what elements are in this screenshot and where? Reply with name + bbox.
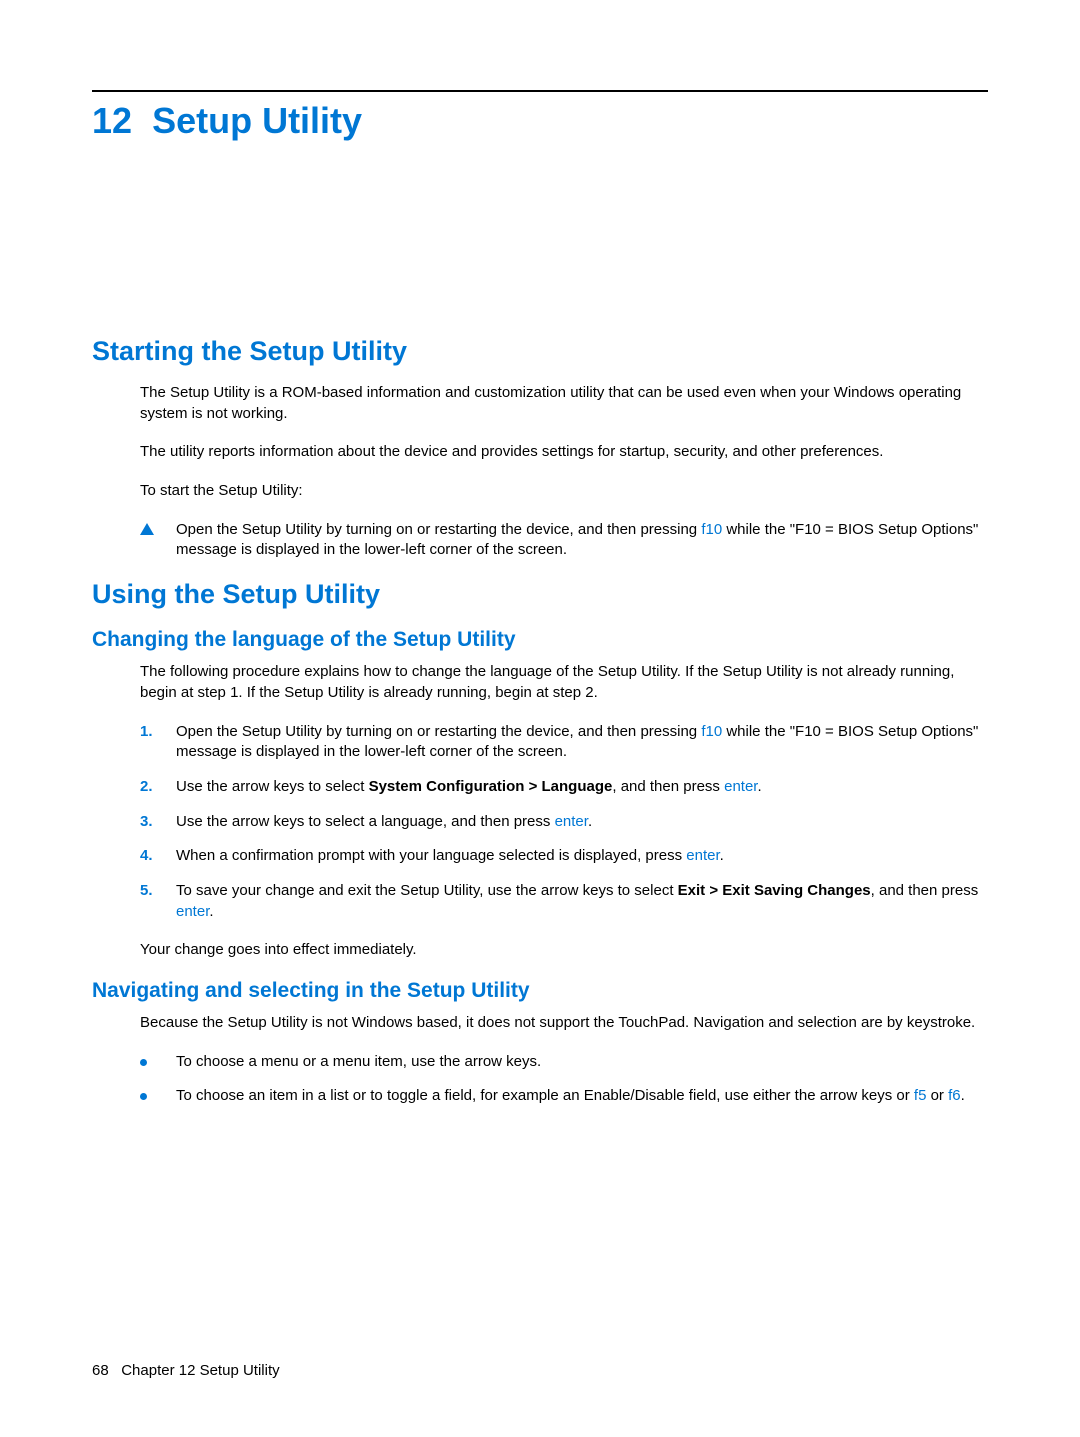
page-footer: 68 Chapter 12 Setup Utility: [92, 1362, 280, 1379]
triangle-list: Open the Setup Utility by turning on or …: [140, 520, 988, 561]
menu-path: Exit > Exit Saving Changes: [678, 882, 871, 899]
document-page: 12 Setup Utility Starting the Setup Util…: [0, 0, 1080, 1437]
bullet-icon: [140, 1086, 176, 1107]
key-label: enter: [686, 847, 719, 864]
subsection-language-heading: Changing the language of the Setup Utili…: [92, 628, 988, 652]
section-starting-heading: Starting the Setup Utility: [92, 336, 988, 367]
key-label: f6: [948, 1087, 961, 1104]
step-number: 2.: [140, 777, 176, 798]
list-text: To choose an item in a list or to toggle…: [176, 1086, 988, 1107]
list-item: Open the Setup Utility by turning on or …: [140, 520, 988, 561]
spacer: [92, 176, 988, 336]
list-item: To choose a menu or a menu item, use the…: [140, 1052, 988, 1073]
list-item: 5. To save your change and exit the Setu…: [140, 881, 988, 922]
list-text: Use the arrow keys to select a language,…: [176, 812, 988, 833]
section-starting-body: The Setup Utility is a ROM-based informa…: [92, 383, 988, 561]
list-item: 1. Open the Setup Utility by turning on …: [140, 722, 988, 763]
list-item: 4. When a confirmation prompt with your …: [140, 846, 988, 867]
subsection-navigating-heading: Navigating and selecting in the Setup Ut…: [92, 979, 988, 1003]
menu-path: System Configuration > Language: [369, 778, 613, 795]
list-text: To choose a menu or a menu item, use the…: [176, 1052, 988, 1073]
list-text: Open the Setup Utility by turning on or …: [176, 722, 988, 763]
paragraph: To start the Setup Utility:: [140, 481, 988, 502]
paragraph: Your change goes into effect immediately…: [140, 940, 988, 961]
step-number: 5.: [140, 881, 176, 902]
bullet-list: To choose a menu or a menu item, use the…: [140, 1052, 988, 1107]
list-text: To save your change and exit the Setup U…: [176, 881, 988, 922]
step-number: 4.: [140, 846, 176, 867]
paragraph: The utility reports information about th…: [140, 442, 988, 463]
list-item: 2. Use the arrow keys to select System C…: [140, 777, 988, 798]
subsection-navigating-body: Because the Setup Utility is not Windows…: [92, 1013, 988, 1107]
list-text: When a confirmation prompt with your lan…: [176, 846, 988, 867]
key-label: enter: [724, 778, 757, 795]
key-label: f10: [701, 521, 722, 538]
chapter-name: Setup Utility: [152, 100, 362, 141]
paragraph: Because the Setup Utility is not Windows…: [140, 1013, 988, 1034]
key-label: f5: [914, 1087, 927, 1104]
chapter-number: 12: [92, 100, 132, 141]
list-item: 3. Use the arrow keys to select a langua…: [140, 812, 988, 833]
step-number: 3.: [140, 812, 176, 833]
key-label: enter: [555, 813, 588, 830]
step-number: 1.: [140, 722, 176, 743]
section-using-heading: Using the Setup Utility: [92, 579, 988, 610]
list-text: Use the arrow keys to select System Conf…: [176, 777, 988, 798]
horizontal-rule: [92, 90, 988, 92]
triangle-icon: [140, 520, 176, 542]
key-label: f10: [701, 723, 722, 740]
bullet-icon: [140, 1052, 176, 1073]
key-label: enter: [176, 903, 209, 920]
chapter-title: 12 Setup Utility: [92, 100, 988, 142]
list-text: Open the Setup Utility by turning on or …: [176, 520, 988, 561]
page-number: 68: [92, 1362, 109, 1379]
paragraph: The Setup Utility is a ROM-based informa…: [140, 383, 988, 424]
ordered-list: 1. Open the Setup Utility by turning on …: [140, 722, 988, 923]
subsection-language-body: The following procedure explains how to …: [92, 662, 988, 961]
footer-label: Chapter 12 Setup Utility: [121, 1362, 279, 1379]
paragraph: The following procedure explains how to …: [140, 662, 988, 703]
list-item: To choose an item in a list or to toggle…: [140, 1086, 988, 1107]
